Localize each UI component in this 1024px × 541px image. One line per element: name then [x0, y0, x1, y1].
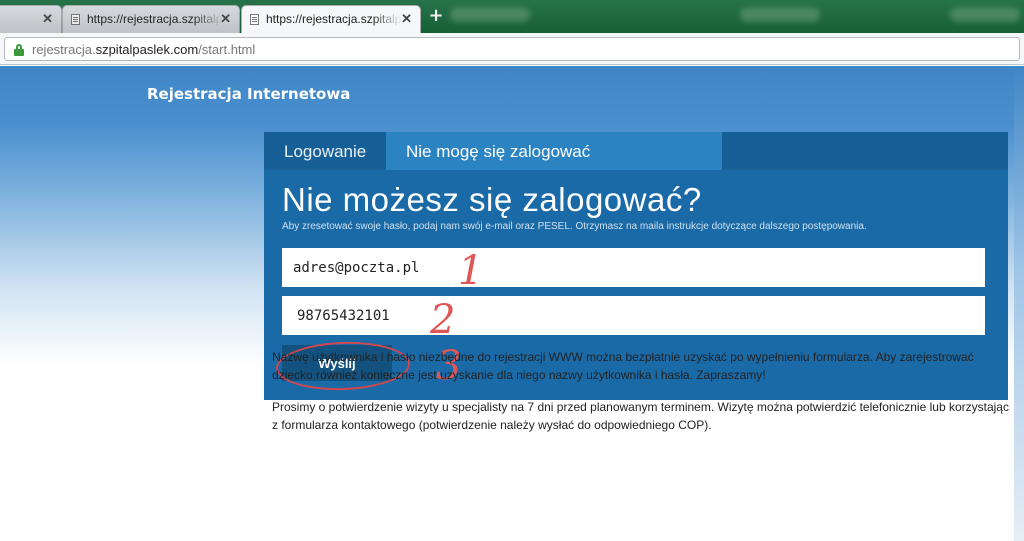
desktop-background-blur — [450, 8, 530, 22]
browser-tab-1[interactable]: ✕ — [0, 5, 62, 33]
new-tab-button[interactable]: + — [428, 7, 444, 25]
page-icon — [71, 14, 80, 25]
desktop-background-blur — [740, 8, 820, 22]
email-field[interactable] — [282, 248, 985, 287]
site-title: Rejestracja Internetowa — [147, 85, 351, 103]
annotation-number-2: 2 — [430, 297, 456, 343]
close-icon[interactable]: ✕ — [220, 11, 231, 27]
url-field[interactable]: rejestracja.szpitalpaslek.com/start.html — [4, 37, 1020, 61]
desktop-background-blur — [950, 8, 1020, 22]
panel-tabs: Logowanie Nie mogę się zalogować — [264, 132, 1008, 170]
address-bar: rejestracja.szpitalpaslek.com/start.html — [0, 33, 1024, 65]
page-icon — [250, 14, 259, 25]
info-paragraph-registration: Nazwę użytkownika i hasło niezbędne do r… — [272, 350, 974, 382]
info-paragraph-confirmation: Prosimy o potwierdzenie wizyty u specjal… — [272, 400, 1009, 432]
page-scroll-edge — [1014, 66, 1024, 541]
url-text[interactable]: rejestracja.szpitalpaslek.com/start.html — [32, 42, 255, 57]
browser-tab-2[interactable]: https://rejestracja.szpitalpaslek.com ✕ — [62, 5, 240, 33]
close-icon[interactable]: ✕ — [401, 11, 412, 27]
tab-title: https://rejestracja.szpitalpaslek.com/st… — [266, 12, 402, 26]
browser-tab-strip: ✕ https://rejestracja.szpitalpaslek.com … — [0, 0, 1024, 33]
tab-nie-moge-sie-zalogowac[interactable]: Nie mogę się zalogować — [386, 132, 722, 170]
close-icon[interactable]: ✕ — [42, 11, 53, 27]
browser-tab-3-active[interactable]: https://rejestracja.szpitalpaslek.com/st… — [241, 5, 421, 33]
annotation-number-1: 1 — [458, 248, 484, 294]
lock-icon[interactable] — [14, 44, 24, 56]
panel-heading: Nie możesz się zalogować? — [282, 181, 702, 218]
page-content: Rejestracja Internetowa Logowanie Nie mo… — [0, 66, 1024, 541]
panel-instructions: Aby zresetować swoje hasło, podaj nam sw… — [282, 221, 867, 232]
pesel-field[interactable] — [282, 296, 985, 335]
tab-logowanie[interactable]: Logowanie — [264, 132, 386, 170]
tab-title: https://rejestracja.szpitalpaslek.com — [87, 12, 223, 26]
